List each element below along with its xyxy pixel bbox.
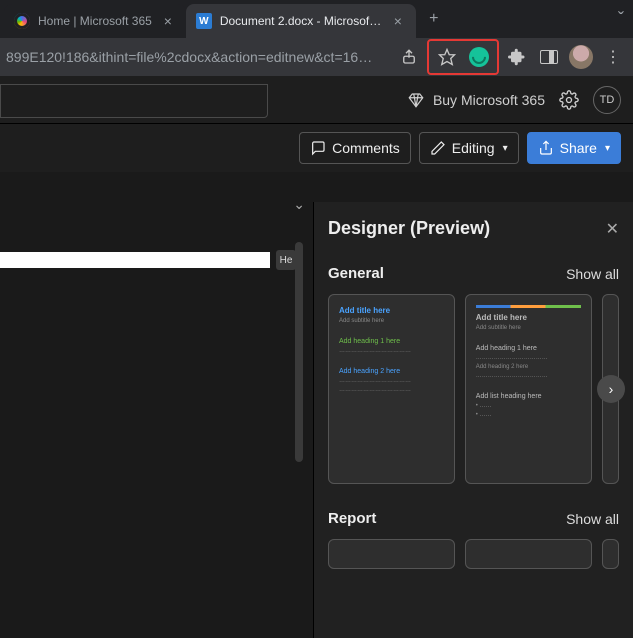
buy-microsoft-365-link[interactable]: Buy Microsoft 365 — [407, 91, 545, 109]
share-label: Share — [560, 140, 597, 156]
user-avatar[interactable]: TD — [593, 86, 621, 114]
content-area: ⌄ He Designer (Preview) ✕ General Show a… — [0, 172, 633, 638]
premium-icon — [407, 91, 425, 109]
tab-overflow-chevron[interactable]: ˇ — [609, 9, 633, 30]
template-card[interactable] — [465, 539, 592, 569]
tab-title: Document 2.docx - Microsoft W — [220, 14, 382, 28]
page-edge — [0, 252, 270, 268]
heading-indicator: He — [276, 250, 296, 270]
share-os-icon[interactable] — [395, 43, 423, 71]
browser-tab-m365[interactable]: Home | Microsoft 365 × — [4, 4, 186, 38]
browser-toolbar: 899E120!186&ithint=file%2cdocx&action=ed… — [0, 38, 633, 76]
document-actions: Comments Editing ▾ Share ▾ — [0, 124, 633, 172]
chevron-down-icon: ▾ — [605, 143, 610, 154]
document-canvas[interactable]: ⌄ He — [0, 172, 313, 638]
section-header-report: Report Show all — [328, 510, 619, 527]
menu-kebab-icon[interactable]: ⋮ — [599, 43, 627, 71]
close-icon[interactable]: × — [160, 13, 176, 29]
template-row-report — [328, 539, 619, 569]
buy-label: Buy Microsoft 365 — [433, 92, 545, 108]
comments-label: Comments — [332, 140, 400, 156]
browser-tabstrip: Home | Microsoft 365 × W Document 2.docx… — [0, 0, 633, 38]
profile-avatar[interactable] — [567, 43, 595, 71]
comments-button[interactable]: Comments — [299, 132, 411, 164]
show-all-link[interactable]: Show all — [566, 511, 619, 527]
next-arrow-button[interactable]: › — [597, 375, 625, 403]
template-card[interactable] — [328, 539, 455, 569]
editing-label: Editing — [452, 140, 495, 156]
word-icon: W — [196, 13, 212, 29]
close-icon[interactable]: × — [390, 13, 406, 29]
template-row-general: Add title here Add subtitle here Add hea… — [328, 294, 619, 484]
grammarly-icon[interactable] — [465, 43, 493, 71]
share-button[interactable]: Share ▾ — [527, 132, 621, 164]
url-display[interactable]: 899E120!186&ithint=file%2cdocx&action=ed… — [6, 49, 391, 65]
show-all-link[interactable]: Show all — [566, 266, 619, 282]
search-input[interactable] — [0, 84, 268, 118]
m365-icon — [14, 13, 30, 29]
tab-title: Home | Microsoft 365 — [38, 14, 152, 28]
template-card-partial[interactable] — [602, 539, 619, 569]
accent-bar — [476, 305, 581, 308]
extensions-icon[interactable] — [503, 43, 531, 71]
designer-title: Designer (Preview) — [328, 218, 490, 239]
section-title: General — [328, 265, 384, 282]
star-icon[interactable] — [433, 43, 461, 71]
scrollbar-thumb[interactable] — [295, 242, 303, 462]
comment-icon — [310, 140, 326, 156]
editing-button[interactable]: Editing ▾ — [419, 132, 519, 164]
browser-tab-document[interactable]: W Document 2.docx - Microsoft W × — [186, 4, 416, 38]
template-card[interactable]: Add title here Add subtitle here Add hea… — [465, 294, 592, 484]
template-card[interactable]: Add title here Add subtitle here Add hea… — [328, 294, 455, 484]
extension-highlight — [427, 39, 499, 75]
section-header-general: General Show all — [328, 265, 619, 282]
chevron-down-icon: ▾ — [503, 143, 508, 154]
gear-icon[interactable] — [559, 90, 579, 110]
pencil-icon — [430, 140, 446, 156]
chevron-down-icon[interactable]: ⌄ — [293, 196, 305, 213]
designer-panel: Designer (Preview) ✕ General Show all Ad… — [313, 202, 633, 638]
section-title: Report — [328, 510, 376, 527]
new-tab-button[interactable]: + — [420, 5, 448, 33]
share-icon — [538, 140, 554, 156]
close-icon[interactable]: ✕ — [606, 219, 619, 239]
sidepanel-icon[interactable] — [535, 43, 563, 71]
